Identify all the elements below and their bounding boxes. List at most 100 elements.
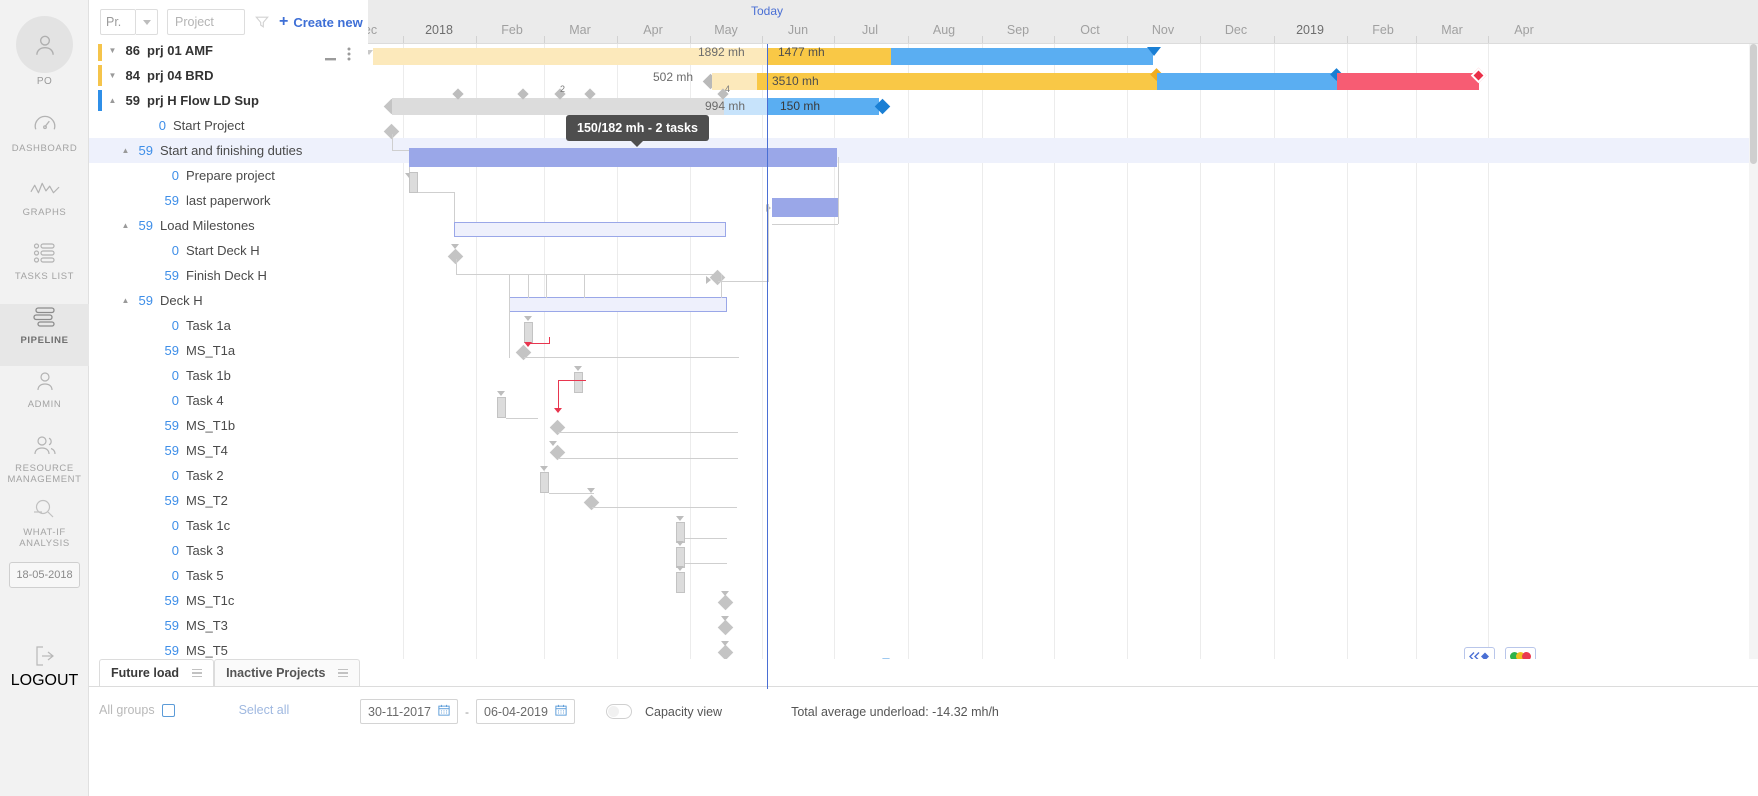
- tab-inactive-projects[interactable]: Inactive Projects: [214, 659, 361, 686]
- all-groups-checkbox[interactable]: [161, 703, 175, 717]
- bar-task-1b[interactable]: [574, 372, 583, 393]
- expand-caret-icon[interactable]: ▲: [120, 221, 131, 230]
- priority-select-value[interactable]: Pr.: [100, 9, 136, 35]
- bar-prepare-project[interactable]: [409, 172, 418, 193]
- timeline-tick: [908, 36, 909, 43]
- minimize-icon[interactable]: [325, 48, 336, 66]
- bar-task-3[interactable]: [676, 547, 685, 568]
- task-row[interactable]: 59 MS_T1c: [89, 588, 368, 613]
- bar-load-milestones-summary[interactable]: [454, 222, 726, 237]
- task-row[interactable]: 0 Task 1a: [89, 313, 368, 338]
- gantt-row[interactable]: [368, 638, 1758, 659]
- calendar-icon[interactable]: [438, 704, 450, 719]
- gantt-row[interactable]: [368, 588, 1758, 613]
- expand-caret-icon[interactable]: ▲: [120, 296, 131, 305]
- timeline-header[interactable]: Dec 2018 Feb Mar Apr May Jun Jul Aug Sep Oct Nov Dec…: [368, 0, 1758, 44]
- sidebar-item-pipeline[interactable]: PIPELINE: [0, 304, 89, 366]
- task-row[interactable]: 0 Task 4: [89, 388, 368, 413]
- bar-deck-h-summary[interactable]: [509, 297, 727, 312]
- capacity-view-toggle[interactable]: [605, 704, 632, 719]
- gantt-row[interactable]: [368, 513, 1758, 538]
- sidebar-item-dashboard[interactable]: DASHBOARD: [0, 112, 89, 174]
- select-all-link[interactable]: Select all: [239, 703, 290, 717]
- bar-last-paperwork[interactable]: [772, 198, 838, 217]
- collapse-caret-icon[interactable]: ▼: [107, 46, 118, 55]
- date-from-field[interactable]: 30-11-2017: [360, 699, 459, 724]
- task-row[interactable]: 59 last paperwork: [89, 188, 368, 213]
- calendar-icon[interactable]: [555, 704, 567, 719]
- task-row[interactable]: ▲ 59 Deck H: [89, 288, 368, 313]
- task-row[interactable]: 59 Finish Deck H: [89, 263, 368, 288]
- caret-placeholder: [146, 196, 157, 205]
- caret-placeholder: [133, 121, 144, 130]
- task-row[interactable]: 59 MS_T4: [89, 438, 368, 463]
- gantt-row[interactable]: [368, 188, 1758, 213]
- bar-start-finishing-duties[interactable]: [409, 148, 837, 167]
- avatar[interactable]: [16, 16, 73, 73]
- gantt-row[interactable]: [368, 538, 1758, 563]
- expand-caret-icon[interactable]: ▲: [107, 96, 118, 105]
- bar-prj01amf-forecast[interactable]: [891, 48, 1153, 65]
- bar-task-2[interactable]: [540, 472, 549, 493]
- bar-task-1c[interactable]: [676, 522, 685, 543]
- caret-placeholder: [146, 346, 157, 355]
- task-row[interactable]: 59 MS_T2: [89, 488, 368, 513]
- project-search-input[interactable]: Project: [167, 9, 245, 35]
- timeline-month-label: Feb: [501, 23, 523, 37]
- create-new-button[interactable]: + Create new: [279, 14, 363, 30]
- bar-prj04brd-overrun[interactable]: [1337, 73, 1479, 90]
- gantt-row[interactable]: [368, 413, 1758, 438]
- task-number: 0: [171, 243, 179, 258]
- task-row[interactable]: 0 Task 5: [89, 563, 368, 588]
- task-row[interactable]: 0 Prepare project: [89, 163, 368, 188]
- task-row[interactable]: 0 Task 1b: [89, 363, 368, 388]
- task-row[interactable]: 59 MS_T1a: [89, 338, 368, 363]
- sidebar-item-admin[interactable]: ADMIN: [0, 368, 89, 430]
- task-row[interactable]: 0 Start Deck H: [89, 238, 368, 263]
- date-to-field[interactable]: 06-04-2019: [476, 699, 575, 724]
- task-row[interactable]: ▲ 59 prj H Flow LD Sup: [89, 88, 368, 113]
- scrollbar-thumb[interactable]: [1750, 44, 1757, 164]
- task-row[interactable]: ▲ 59 Load Milestones: [89, 213, 368, 238]
- filter-icon[interactable]: [255, 15, 269, 29]
- task-row[interactable]: ▲ 59 Start and finishing duties: [89, 138, 368, 163]
- gantt-row[interactable]: [368, 313, 1758, 338]
- gantt-row[interactable]: [368, 238, 1758, 263]
- gantt-row[interactable]: [368, 563, 1758, 588]
- tab-menu-icon[interactable]: [192, 668, 203, 678]
- task-tree-panel[interactable]: ▼ 86 prj 01 AMF ▼ 84 prj 04 BRD ▲ 59 prj H Flow …: [89, 44, 368, 659]
- link-line: [392, 134, 393, 150]
- task-row[interactable]: 59 MS_T5: [89, 638, 368, 659]
- collapse-caret-icon[interactable]: ▼: [107, 71, 118, 80]
- bar-prj04brd-forecast[interactable]: [1157, 73, 1337, 90]
- vertical-scrollbar[interactable]: [1749, 44, 1758, 659]
- chevron-down-icon[interactable]: [136, 9, 158, 35]
- tab-menu-icon[interactable]: [338, 668, 349, 678]
- gantt-row[interactable]: [368, 613, 1758, 638]
- task-row[interactable]: 0 Start Project: [89, 113, 368, 138]
- bar-task-4[interactable]: [497, 397, 506, 418]
- gantt-row[interactable]: [368, 263, 1758, 288]
- current-date-badge[interactable]: 18-05-2018: [9, 562, 80, 588]
- sidebar-item-tasks-list[interactable]: TASKS LIST: [0, 240, 89, 302]
- task-row[interactable]: 0 Task 1c: [89, 513, 368, 538]
- bar-task-1a[interactable]: [524, 322, 533, 343]
- bar-task-5[interactable]: [676, 572, 685, 593]
- tab-future-load[interactable]: Future load: [99, 659, 215, 686]
- gantt-row[interactable]: [368, 338, 1758, 363]
- expand-caret-icon[interactable]: ▲: [120, 146, 131, 155]
- date-from-value: 30-11-2017: [368, 704, 432, 719]
- gantt-row[interactable]: [368, 463, 1758, 488]
- gantt-row[interactable]: [368, 488, 1758, 513]
- task-row[interactable]: 59 MS_T1b: [89, 413, 368, 438]
- milestone-marker-prj01amf[interactable]: [1147, 47, 1161, 56]
- bar-prj04brd-plan[interactable]: [712, 73, 757, 90]
- pipeline-icon: [32, 304, 58, 330]
- gantt-row[interactable]: [368, 438, 1758, 463]
- sidebar-item-graphs[interactable]: GRAPHS: [0, 176, 89, 238]
- task-row[interactable]: 0 Task 2: [89, 463, 368, 488]
- task-row[interactable]: 59 MS_T3: [89, 613, 368, 638]
- sidebar-item-logout[interactable]: LOGOUT: [0, 645, 89, 690]
- more-options-icon[interactable]: [347, 47, 351, 66]
- task-row[interactable]: 0 Task 3: [89, 538, 368, 563]
